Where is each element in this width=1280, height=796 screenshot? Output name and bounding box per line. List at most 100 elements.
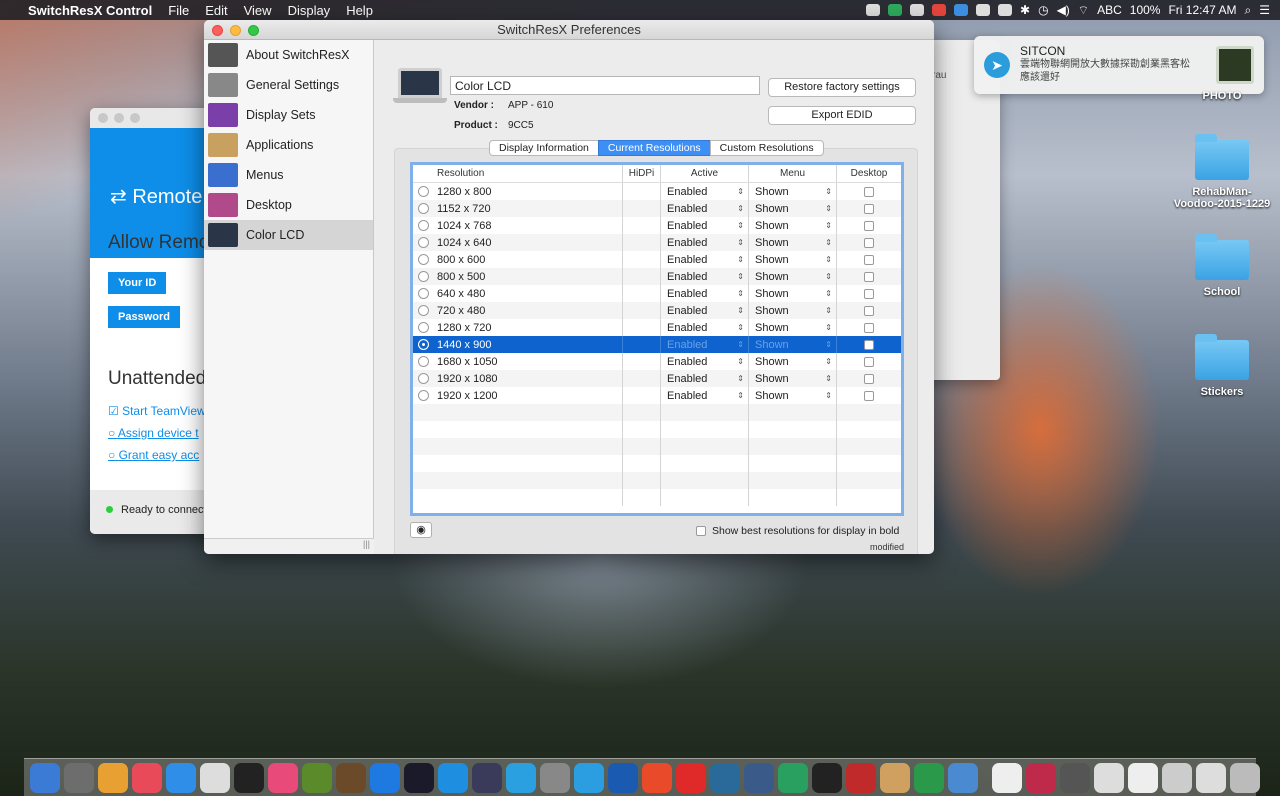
dock-app-icon[interactable] (744, 762, 774, 793)
dock-app-icon[interactable] (98, 762, 128, 793)
sidebar-resize-handle[interactable]: ||| (204, 538, 374, 554)
sidebar-item-color-lcd[interactable]: Color LCD (204, 220, 373, 250)
row-radio-button[interactable] (417, 220, 429, 231)
zoom-button[interactable] (248, 25, 259, 36)
close-button[interactable] (212, 25, 223, 36)
start-teamviewer-link[interactable]: ☑ Start TeamView (108, 404, 206, 418)
active-popup[interactable]: Enabled ⇕ (661, 268, 749, 285)
row-radio-button[interactable] (417, 271, 429, 282)
dock-app-icon[interactable] (1060, 762, 1090, 793)
desktop-checkbox[interactable] (864, 390, 874, 401)
resolutions-table[interactable]: Resolution HiDPi Active Menu Desktop 128… (410, 162, 904, 516)
desktop-checkbox[interactable] (864, 288, 874, 299)
creative-cloud-status-icon[interactable] (998, 4, 1013, 16)
header-resolution[interactable]: Resolution (433, 165, 623, 182)
show-bold-option[interactable]: Show best resolutions for display in bol… (696, 525, 899, 537)
sidebar-item-display-sets[interactable]: Display Sets (204, 100, 373, 130)
menu-popup[interactable]: Shown ⇕ (749, 319, 837, 336)
desktop-item-school[interactable]: School (1172, 234, 1272, 298)
dock-app-icon[interactable] (1128, 762, 1158, 793)
menu-display[interactable]: Display (288, 3, 331, 18)
desktop-checkbox[interactable] (864, 305, 874, 316)
dock-app-icon[interactable] (846, 762, 876, 793)
clock[interactable]: Fri 12:47 AM (1168, 3, 1236, 17)
row-radio-button[interactable] (417, 203, 429, 214)
desktop-item-stickers[interactable]: Stickers (1172, 334, 1272, 398)
grant-easy-access-link[interactable]: ○ Grant easy acc (108, 448, 199, 462)
tab-current-resolutions[interactable]: Current Resolutions (597, 140, 711, 156)
row-radio-button[interactable] (417, 305, 429, 316)
dock-app-icon[interactable] (1196, 762, 1226, 793)
dock-app-icon[interactable] (336, 762, 366, 793)
row-radio-button[interactable] (417, 373, 429, 384)
restore-factory-settings-button[interactable]: Restore factory settings (768, 78, 916, 97)
row-radio-button[interactable] (417, 356, 429, 367)
dock-app-icon[interactable] (880, 762, 910, 793)
table-row[interactable]: 800 x 600 Enabled ⇕ Shown ⇕ (413, 251, 901, 268)
notification-banner[interactable]: ➤ SITCON 雲端物聯網開放大數據探勘創業黑客松 應該還好 (974, 36, 1264, 94)
menu-popup[interactable]: Shown ⇕ (749, 268, 837, 285)
dock-app-icon[interactable] (1162, 762, 1192, 793)
spotlight-icon[interactable]: ⌕ (1245, 3, 1252, 18)
menu-file[interactable]: File (168, 3, 189, 18)
wifi-icon[interactable]: ⌔ (1078, 3, 1089, 18)
assign-device-link[interactable]: ○ Assign device t (108, 426, 199, 440)
sidebar-item-about-switchresx[interactable]: About SwitchResX (204, 40, 373, 70)
desktop-item-rehabman[interactable]: RehabMan-Voodoo-2015-1229 (1172, 134, 1272, 210)
header-active[interactable]: Active (661, 165, 749, 182)
dock-app-icon[interactable] (1094, 762, 1124, 793)
dock-app-icon[interactable] (574, 762, 604, 793)
input-source[interactable]: ABC (1097, 3, 1122, 17)
desktop-checkbox[interactable] (864, 186, 874, 197)
active-popup[interactable]: Enabled ⇕ (661, 183, 749, 200)
desktop-checkbox[interactable] (864, 237, 874, 248)
table-row[interactable]: 1920 x 1080 Enabled ⇕ Shown ⇕ (413, 370, 901, 387)
table-row[interactable]: 1280 x 720 Enabled ⇕ Shown ⇕ (413, 319, 901, 336)
menu-popup[interactable]: Shown ⇕ (749, 336, 837, 353)
time-machine-icon[interactable]: ◷ (1038, 3, 1048, 17)
dock-app-icon[interactable] (812, 762, 842, 793)
dock-app-icon[interactable] (948, 762, 978, 793)
menu-popup[interactable]: Shown ⇕ (749, 217, 837, 234)
table-row[interactable]: 1280 x 800 Enabled ⇕ Shown ⇕ (413, 183, 901, 200)
menu-popup[interactable]: Shown ⇕ (749, 183, 837, 200)
dock-app-icon[interactable] (404, 762, 434, 793)
export-edid-button[interactable]: Export EDID (768, 106, 916, 125)
dock-app-icon[interactable] (370, 762, 400, 793)
display-status-icon[interactable] (976, 4, 991, 16)
menu-popup[interactable]: Shown ⇕ (749, 370, 837, 387)
desktop-checkbox[interactable] (864, 322, 874, 333)
menu-view[interactable]: View (244, 3, 272, 18)
dock-app-icon[interactable] (676, 762, 706, 793)
header-desktop[interactable]: Desktop (837, 165, 901, 182)
minimize-button[interactable] (114, 113, 124, 123)
switchresx-status-icon[interactable] (866, 4, 881, 16)
row-radio-button[interactable] (417, 322, 429, 333)
sidebar-item-general-settings[interactable]: General Settings (204, 70, 373, 100)
notification-center-icon[interactable]: ☰ (1259, 3, 1270, 17)
tab-custom-resolutions[interactable]: Custom Resolutions (709, 140, 824, 156)
row-radio-button[interactable] (417, 237, 429, 248)
dock-app-icon[interactable] (608, 762, 638, 793)
desktop-checkbox[interactable] (864, 271, 874, 282)
dock-app-icon[interactable] (472, 762, 502, 793)
close-button[interactable] (98, 113, 108, 123)
desktop-checkbox[interactable] (864, 356, 874, 367)
notification-status-icon[interactable] (932, 4, 947, 16)
row-radio-button[interactable] (417, 390, 429, 401)
row-radio-button[interactable] (417, 339, 429, 350)
menu-popup[interactable]: Shown ⇕ (749, 302, 837, 319)
menu-edit[interactable]: Edit (205, 3, 227, 18)
sidebar-item-menus[interactable]: Menus (204, 160, 373, 190)
table-row[interactable]: 1920 x 1200 Enabled ⇕ Shown ⇕ (413, 387, 901, 404)
active-popup[interactable]: Enabled ⇕ (661, 387, 749, 404)
active-popup[interactable]: Enabled ⇕ (661, 251, 749, 268)
desktop-item-photo[interactable]: PHOTO (1172, 90, 1272, 102)
header-menu[interactable]: Menu (749, 165, 837, 182)
row-radio-button[interactable] (417, 186, 429, 197)
dock-app-icon[interactable] (302, 762, 332, 793)
table-row[interactable]: 1152 x 720 Enabled ⇕ Shown ⇕ (413, 200, 901, 217)
sidebar-item-desktop[interactable]: Desktop (204, 190, 373, 220)
desktop-checkbox[interactable] (864, 254, 874, 265)
show-bold-checkbox[interactable] (696, 526, 706, 536)
